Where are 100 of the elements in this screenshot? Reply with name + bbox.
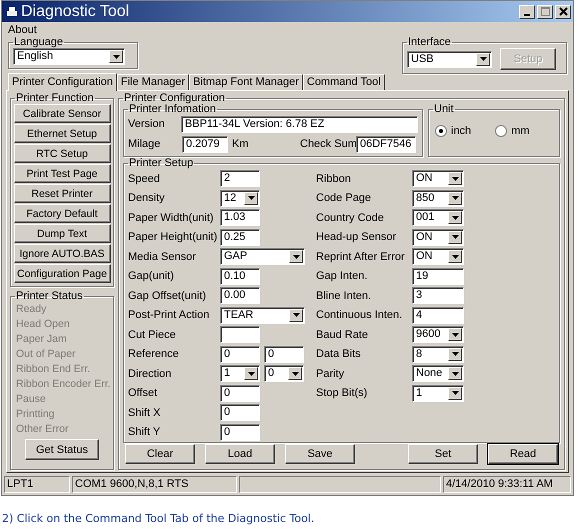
- dropdown[interactable]: None: [412, 365, 464, 382]
- input-field[interactable]: 0.10: [220, 268, 260, 285]
- field-label: Data Bits: [316, 348, 362, 360]
- group-title: Printer Status: [15, 291, 84, 302]
- field-label: Continuous Inten.: [316, 309, 404, 322]
- input-field[interactable]: [220, 326, 260, 344]
- field-label: Country Code: [316, 212, 385, 224]
- dropdown[interactable]: 001: [412, 209, 464, 226]
- action-button[interactable]: Clear: [125, 444, 195, 464]
- field-label: Stop Bit(s): [316, 387, 368, 400]
- action-button[interactable]: Set: [408, 444, 478, 464]
- caret-icon: [452, 176, 458, 181]
- input-field[interactable]: 0: [220, 384, 260, 402]
- dropdown[interactable]: ON: [412, 170, 464, 188]
- field-label: Version: [128, 118, 166, 130]
- dropdown[interactable]: 0: [264, 365, 304, 382]
- caret-icon: [452, 332, 458, 337]
- input-field[interactable]: 0: [220, 404, 260, 422]
- caret-icon: [452, 391, 458, 396]
- tab[interactable]: Command Tool: [302, 74, 385, 90]
- caret-icon: [248, 196, 254, 200]
- dropdown[interactable]: 8: [412, 346, 464, 363]
- field-label: Check Sum: [300, 138, 356, 150]
- field-label: Gap Offset(unit): [128, 290, 208, 302]
- input-field[interactable]: 3: [412, 287, 464, 304]
- action-button[interactable]: Save: [285, 444, 355, 464]
- field-label: Paper Width(unit): [128, 212, 215, 224]
- status-panel: 4/14/2010 9:33:11 AM: [443, 476, 571, 493]
- minimize-button[interactable]: [519, 4, 535, 18]
- dropdown[interactable]: 1: [220, 365, 260, 382]
- dropdown[interactable]: ON: [412, 248, 464, 266]
- field-label: Offset: [128, 387, 158, 400]
- maximize-button[interactable]: [537, 4, 553, 18]
- input-field[interactable]: 1.03: [220, 209, 260, 226]
- field-label: Density: [128, 192, 166, 204]
- field-label: Milage: [128, 138, 162, 150]
- function-button[interactable]: Configuration Page: [14, 264, 110, 283]
- field-label: Code Page: [316, 192, 372, 204]
- caret-icon: [292, 254, 300, 259]
- field-label: Reprint After Error: [316, 250, 406, 263]
- status-indicator: Ribbon Encoder Err.: [15, 377, 111, 392]
- field-label: Baud Rate: [316, 328, 369, 341]
- function-button[interactable]: Ethernet Setup: [14, 124, 110, 143]
- function-button[interactable]: Factory Default: [14, 204, 110, 223]
- function-button[interactable]: Ignore AUTO.BAS: [14, 244, 110, 263]
- input-field[interactable]: 0.00: [220, 287, 260, 304]
- field-label: Shift Y: [128, 426, 162, 438]
- group-title: Interface: [407, 37, 452, 48]
- input-field[interactable]: 19: [412, 268, 464, 285]
- tab[interactable]: Bitmap Font Manager: [189, 74, 303, 90]
- input-field[interactable]: 0.25: [220, 228, 260, 246]
- function-button[interactable]: RTC Setup: [14, 144, 110, 163]
- dropdown[interactable]: English: [13, 48, 125, 65]
- dropdown[interactable]: 12: [220, 190, 260, 207]
- radio-button[interactable]: inch: [435, 125, 472, 137]
- dropdown[interactable]: 850: [412, 190, 464, 207]
- status-indicator: Head Open: [15, 317, 70, 332]
- caret-icon: [452, 352, 458, 356]
- caret-icon: [480, 57, 486, 61]
- dropdown[interactable]: ON: [412, 228, 464, 246]
- field-label: Head-up Sensor: [316, 231, 398, 244]
- dropdown[interactable]: USB: [407, 50, 492, 68]
- get-status-button[interactable]: Get Status: [25, 439, 99, 460]
- input-field[interactable]: 0: [220, 346, 260, 363]
- close-button[interactable]: [555, 4, 571, 18]
- input-field[interactable]: 06DF7546: [356, 136, 416, 152]
- input-field[interactable]: BBP11-34L Version: 6.78 EZ: [180, 116, 418, 132]
- tab[interactable]: Printer Configuration: [8, 73, 117, 91]
- group-title: Printer Setup: [128, 158, 194, 169]
- maximize-icon: [540, 7, 550, 16]
- tab[interactable]: File Manager: [116, 74, 190, 90]
- status-indicator: Pause: [15, 392, 46, 407]
- input-field[interactable]: 0: [220, 424, 260, 441]
- input-field[interactable]: 0.2079: [182, 136, 228, 152]
- action-button[interactable]: Read: [488, 444, 558, 464]
- function-button[interactable]: Dump Text: [14, 224, 110, 243]
- menu-item[interactable]: About: [8, 24, 37, 36]
- status-indicator: Out of Paper: [15, 347, 76, 362]
- input-field[interactable]: 2: [220, 170, 260, 188]
- input-field[interactable]: 4: [412, 306, 464, 324]
- field-label: Ribbon: [316, 172, 352, 185]
- dropdown[interactable]: 1: [412, 384, 464, 402]
- input-field[interactable]: 0: [264, 346, 304, 363]
- caret-icon: [452, 216, 458, 220]
- action-button[interactable]: Load: [205, 444, 275, 464]
- close-icon: [558, 7, 568, 16]
- field-label: Gap Inten.: [316, 270, 368, 282]
- function-button[interactable]: Reset Printer: [14, 184, 110, 203]
- printer-icon: [6, 6, 18, 18]
- status-panel: COM1 9600,N,8,1 RTS: [72, 476, 237, 493]
- function-button[interactable]: Calibrate Sensor: [14, 104, 110, 123]
- function-button[interactable]: Print Test Page: [14, 164, 110, 183]
- radio-button[interactable]: mm: [495, 125, 530, 137]
- group-title: Printer Function: [15, 93, 95, 104]
- dropdown[interactable]: TEAR: [220, 306, 305, 324]
- field-label: Direction: [128, 368, 172, 380]
- field-label: Parity: [316, 368, 346, 380]
- dropdown[interactable]: 9600: [412, 326, 464, 344]
- field-label: Gap(unit): [128, 270, 175, 282]
- dropdown[interactable]: GAP: [220, 248, 305, 266]
